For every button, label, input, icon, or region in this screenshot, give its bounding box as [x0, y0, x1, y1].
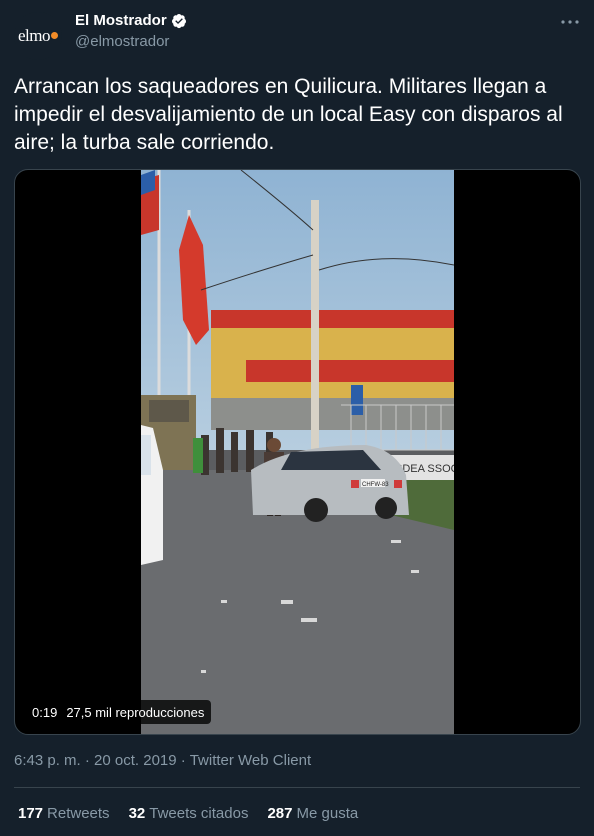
meta-separator: · [180, 752, 190, 769]
tweet-meta: 6:43 p. m. · 20 oct. 2019 · Twitter Web … [14, 752, 311, 769]
quotes-stat[interactable]: 32 Tweets citados [129, 805, 249, 822]
tweet-time[interactable]: 6:43 p. m. [14, 752, 81, 769]
tweet-source[interactable]: Twitter Web Client [190, 752, 311, 769]
handle[interactable]: @elmostrador [75, 33, 169, 50]
video-scene-image: SDEA SSOCA [141, 170, 454, 734]
retweets-label: Retweets [47, 805, 110, 822]
retweets-count: 177 [18, 805, 44, 822]
video-views: 27,5 mil reproducciones [66, 704, 205, 720]
likes-count: 287 [267, 805, 293, 822]
tweet-header: elmo El Mostrador @elmostrador [0, 0, 594, 62]
verified-badge-icon [171, 13, 186, 28]
divider [14, 787, 580, 788]
quotes-count: 32 [128, 805, 146, 822]
license-plate: CHFW-83 [362, 482, 389, 488]
video-duration: 0:19 [32, 704, 58, 720]
avatar-logo-text: elmo [18, 26, 51, 45]
avatar[interactable]: elmo [14, 12, 62, 60]
retweets-stat[interactable]: 177 Retweets [18, 805, 110, 822]
likes-label: Me gusta [296, 805, 359, 822]
likes-stat[interactable]: 287 Me gusta [267, 805, 358, 822]
video-frame[interactable]: SDEA SSOCA [141, 170, 454, 734]
name-row: El Mostrador [75, 12, 187, 29]
meta-separator: · [84, 752, 95, 769]
video-info-badge: 0:19 27,5 mil reproducciones [25, 700, 212, 724]
display-name[interactable]: El Mostrador [75, 12, 167, 29]
more-icon[interactable] [558, 12, 582, 32]
quotes-label: Tweets citados [149, 805, 249, 822]
video-player[interactable]: SDEA SSOCA [14, 169, 581, 735]
engagement-stats: 177 Retweets 32 Tweets citados 287 Me gusta [18, 805, 358, 822]
tweet-date[interactable]: 20 oct. 2019 [94, 752, 177, 769]
tweet-text: Arrancan los saqueadores en Quilicura. M… [14, 75, 563, 154]
avatar-logo-dot [51, 31, 58, 39]
